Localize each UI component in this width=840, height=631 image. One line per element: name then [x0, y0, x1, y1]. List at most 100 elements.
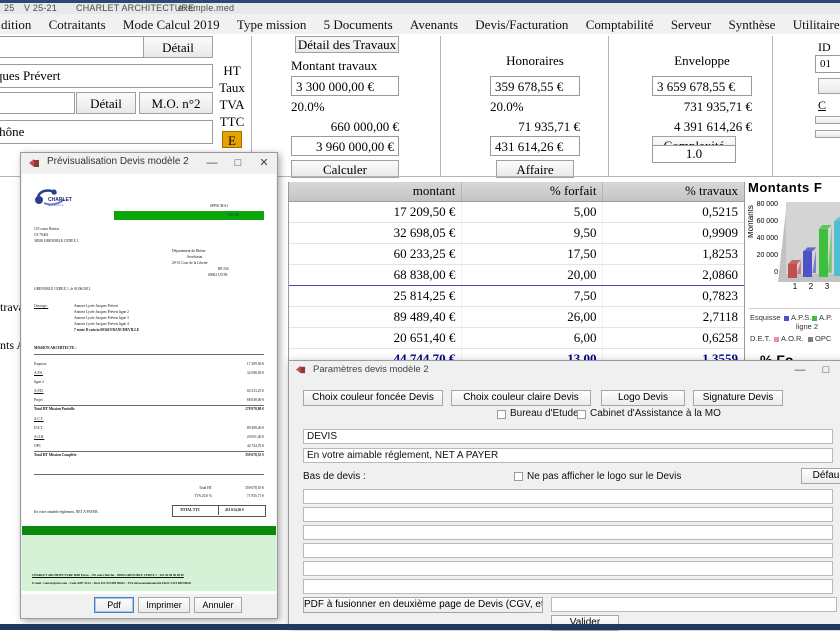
- print-button[interactable]: Imprimer: [138, 597, 190, 613]
- input-bas-devis-3[interactable]: [303, 525, 833, 540]
- chart-xtick-3: 3: [822, 282, 832, 291]
- logo-devis-label: Logo Devis: [618, 392, 668, 403]
- phases-table[interactable]: montant % forfait % travaux 17 209,50 €5…: [288, 182, 745, 366]
- checkbox-bureau-etudes[interactable]: [497, 410, 506, 419]
- cell-forfait: 5,00: [462, 202, 603, 223]
- input-enveloppe-ht[interactable]: 3 659 678,55 €: [652, 76, 752, 96]
- menu-item-mode-calcul[interactable]: Mode Calcul 2019: [116, 14, 227, 34]
- doc-footer-line-2: E-mail : contact@cnb.com - Code APE 534.…: [32, 581, 191, 586]
- detail-travaux-button[interactable]: Détail des Travaux: [295, 36, 399, 53]
- value-enveloppe-ttc: 4 391 614,26 €: [652, 119, 752, 135]
- preview-window-titlebar[interactable]: Prévisualisation Devis modèle 2 — □ ✕: [21, 153, 277, 174]
- menu-item-cotraitants[interactable]: Cotraitants: [42, 14, 113, 34]
- preview-window-title: Prévisualisation Devis modèle 2: [47, 156, 189, 167]
- field-client[interactable]: ment du Rhône: [0, 120, 213, 144]
- couleur-foncee-button[interactable]: Choix couleur foncée Devis: [303, 390, 443, 406]
- pdf-button[interactable]: Pdf: [94, 597, 134, 613]
- doc-rule-1: [34, 354, 264, 355]
- field-ouvrage[interactable]: ouvrage: [0, 92, 75, 114]
- doc-mission-amount-0: 17 209,50 €: [22, 362, 264, 367]
- legend-swatch-aor: [774, 337, 779, 342]
- menu-item-avenants[interactable]: Avenants: [403, 14, 465, 34]
- id-button-1[interactable]: [818, 78, 840, 94]
- input-ttc-travaux[interactable]: 3 960 000,00 €: [291, 136, 399, 156]
- logo-devis-button[interactable]: Logo Devis: [601, 390, 685, 406]
- param-window-title: Paramètres devis modèle 2: [313, 364, 429, 375]
- menu-item-edition[interactable]: dition: [0, 14, 38, 34]
- table-body: 17 209,50 €5,000,521532 698,05 €9,500,99…: [289, 202, 744, 367]
- menu-item-serveur[interactable]: Serveur: [664, 14, 718, 34]
- checkbox-cabinet-assistance[interactable]: [577, 410, 586, 419]
- preview-document-page[interactable]: CHARLET architecture SPPACH-61 DEVIS 155…: [22, 174, 276, 594]
- doc-total-ttc-amount: 431 614,26 €: [225, 508, 244, 513]
- input-titre-devis[interactable]: DEVIS: [303, 429, 833, 444]
- input-honoraires-ttc[interactable]: 431 614,26 €: [490, 136, 580, 156]
- id-link[interactable]: C: [818, 98, 826, 113]
- cell-montant: 89 489,40 €: [289, 307, 462, 328]
- table-row[interactable]: 68 838,00 €20,002,0860: [289, 265, 744, 286]
- input-bas-devis-2[interactable]: [303, 507, 833, 522]
- table-row[interactable]: 20 651,40 €6,000,6258: [289, 328, 744, 349]
- input-bas-devis-4[interactable]: [303, 543, 833, 558]
- mo-button[interactable]: M.O. n°2: [139, 92, 213, 114]
- menu-item-comptabilite[interactable]: Comptabilité: [579, 14, 661, 34]
- menu-item-utilitaires[interactable]: Utilitaires: [786, 14, 840, 34]
- field-project[interactable]: Lycée Jacques Prévert: [0, 64, 213, 88]
- table-row[interactable]: 32 698,05 €9,500,9909: [289, 223, 744, 244]
- doc-footer-green-bar: [22, 526, 276, 535]
- couleur-claire-button[interactable]: Choix couleur claire Devis: [451, 390, 591, 406]
- signature-devis-button[interactable]: Signature Devis: [693, 390, 783, 406]
- id-button-2[interactable]: [815, 116, 840, 124]
- input-bas-devis-6[interactable]: [303, 579, 833, 594]
- doc-rule-complete: [34, 451, 264, 452]
- param-maximize-button[interactable]: □: [813, 361, 839, 379]
- input-pdf-path[interactable]: [551, 597, 837, 612]
- e-badge[interactable]: E: [222, 131, 242, 148]
- table-header-row: montant % forfait % travaux: [289, 182, 744, 202]
- param-window-titlebar[interactable]: Paramètres devis modèle 2 — □: [289, 361, 840, 379]
- col-header-montant[interactable]: montant: [289, 182, 462, 202]
- pdf-fusion-button[interactable]: PDF à fusionner en deuxième page de Devi…: [303, 597, 543, 613]
- input-bas-devis-1[interactable]: [303, 489, 833, 504]
- param-minimize-button[interactable]: —: [787, 361, 813, 379]
- parametres-devis-window[interactable]: Paramètres devis modèle 2 — □ Choix coul…: [288, 360, 840, 628]
- couleur-foncee-label: Choix couleur foncée Devis: [312, 392, 434, 403]
- input-reglement[interactable]: En votre aimable réglement, NET A PAYER: [303, 448, 833, 463]
- menu-item-documents[interactable]: 5 Documents: [317, 14, 400, 34]
- input-honoraires-ht[interactable]: 359 678,55 €: [490, 76, 580, 96]
- table-row[interactable]: 25 814,25 €7,500,7823: [289, 286, 744, 307]
- menu-item-devis-facturation[interactable]: Devis/Facturation: [468, 14, 575, 34]
- preview-devis-window[interactable]: Prévisualisation Devis modèle 2 — □ ✕ CH…: [20, 152, 278, 619]
- legend-label-det: D.E.T.: [750, 334, 770, 343]
- cell-forfait: 17,50: [462, 244, 603, 265]
- input-montant-ht[interactable]: 3 300 000,00 €: [291, 76, 399, 96]
- cell-forfait: 7,50: [462, 286, 603, 307]
- menu-item-synthese[interactable]: Synthèse: [722, 14, 783, 34]
- defaut-button-label: Défau: [813, 470, 840, 481]
- preview-maximize-button[interactable]: □: [225, 153, 251, 174]
- field-operation[interactable]: l'opération: [0, 36, 145, 58]
- input-bas-devis-5[interactable]: [303, 561, 833, 576]
- preview-minimize-button[interactable]: —: [199, 153, 225, 174]
- preview-close-button[interactable]: ✕: [251, 153, 277, 174]
- doc-reference: SPPACH-61: [210, 204, 228, 209]
- table-row[interactable]: 17 209,50 €5,000,5215: [289, 202, 744, 223]
- checkbox-masquer-logo[interactable]: [514, 472, 523, 481]
- chart-bars-layer: [748, 178, 840, 298]
- table-row[interactable]: 89 489,40 €26,002,7118: [289, 307, 744, 328]
- main-menubar: dition Cotraitants Mode Calcul 2019 Type…: [0, 14, 840, 35]
- id-field[interactable]: 01: [815, 55, 840, 73]
- col-header-travaux[interactable]: % travaux: [603, 182, 744, 202]
- os-taskbar: [0, 624, 840, 630]
- cancel-button[interactable]: Annuler: [194, 597, 242, 613]
- detail-button-1[interactable]: Détail: [143, 36, 213, 58]
- input-complexite[interactable]: 1.0: [652, 145, 736, 163]
- detail-button-2[interactable]: Détail: [76, 92, 136, 114]
- defaut-button[interactable]: Défau: [801, 468, 840, 484]
- table-row[interactable]: 60 233,25 €17,501,8253: [289, 244, 744, 265]
- menu-item-type-mission[interactable]: Type mission: [230, 14, 314, 34]
- col-header-forfait[interactable]: % forfait: [462, 182, 603, 202]
- doc-total-ttc-divider: [218, 505, 219, 515]
- id-button-3[interactable]: [815, 130, 840, 138]
- doc-mission-amount-3: 60 233,25 €: [22, 389, 264, 394]
